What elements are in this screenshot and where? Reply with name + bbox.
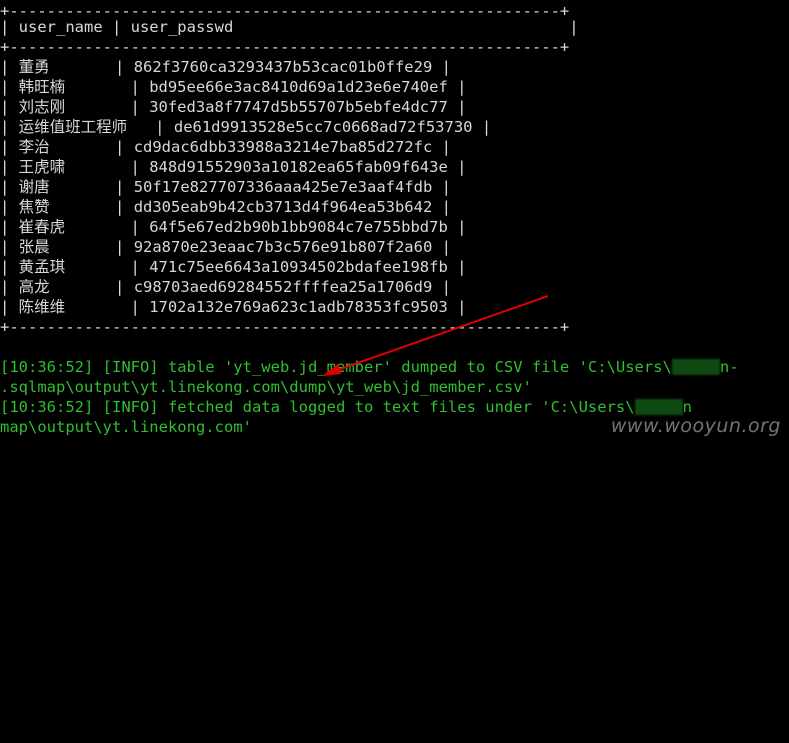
user-passwd-cell: 92a870e23eaac7b3c576e91b807f2a60 [133, 238, 433, 256]
user-passwd-cell: cd9dac6dbb33988a3214e7ba85d272fc [133, 138, 433, 156]
user-name-cell: 张晨 [18, 238, 50, 256]
user-passwd-cell: 50f17e827707336aaa425e7e3aaf4fdb [133, 178, 433, 196]
table-row: | 高龙 | c98703aed69284552ffffea25a1706d9 … [0, 278, 451, 296]
log-text: [10:36:52] [INFO] fetched data logged to… [0, 398, 635, 416]
watermark: www.wooyun.org [610, 414, 781, 437]
redacted-username [634, 399, 683, 415]
table-row: | 韩旺楠 | bd95ee66e3ac8410d69a1d23e6e740ef… [0, 78, 467, 96]
user-name-cell: 陈维维 [18, 298, 66, 316]
user-name-cell: 高龙 [18, 278, 50, 296]
redacted-username [671, 359, 720, 375]
user-name-cell: 李治 [18, 138, 50, 156]
log-text-tail: n- [719, 358, 739, 376]
table-row: | 王虎啸 | 848d91552903a10182ea65fab09f643e… [0, 158, 467, 176]
user-passwd-cell: 64f5e67ed2b90b1bb9084c7e755bbd7b [149, 218, 448, 236]
table-row: | 崔春虎 | 64f5e67ed2b90b1bb9084c7e755bbd7b… [0, 218, 467, 236]
terminal-window: +---------------------------------------… [0, 0, 789, 446]
table-row: | 谢唐 | 50f17e827707336aaa425e7e3aaf4fdb … [0, 178, 451, 196]
table-row: | 陈维维 | 1702a132e769a623c1adb78353fc9503… [0, 298, 467, 316]
user-name-cell: 韩旺楠 [18, 78, 66, 96]
user-passwd-cell: 30fed3a8f7747d5b55707b5ebfe4dc77 [149, 98, 448, 116]
log-line-dumped: [10:36:52] [INFO] table 'yt_web.jd_membe… [0, 357, 739, 377]
log-text-tail: n [682, 398, 692, 416]
user-passwd-cell: bd95ee66e3ac8410d69a1d23e6e740ef [149, 78, 448, 96]
table-row: | 张晨 | 92a870e23eaac7b3c576e91b807f2a60 … [0, 238, 451, 256]
user-name-cell: 王虎啸 [18, 158, 66, 176]
user-passwd-cell: c98703aed69284552ffffea25a1706d9 [133, 278, 433, 296]
user-passwd-cell: 471c75ee6643a10934502bdafee198fb [149, 258, 448, 276]
table-row: | 董勇 | 862f3760ca3293437b53cac01b0ffe29 … [0, 58, 451, 76]
user-name-cell: 黄孟琪 [18, 258, 66, 276]
user-name-cell: 焦赞 [18, 198, 50, 216]
table-row: | 刘志刚 | 30fed3a8f7747d5b55707b5ebfe4dc77… [0, 98, 467, 116]
table-row: | 焦赞 | dd305eab9b42cb3713d4f964ea53b642 … [0, 198, 451, 216]
table-header: | user_name | user_passwd | [0, 18, 579, 36]
log-line-csv-path: .sqlmap\output\yt.linekong.com\dump\yt_w… [0, 378, 532, 396]
table-row: | 李治 | cd9dac6dbb33988a3214e7ba85d272fc … [0, 138, 451, 156]
table-border-bottom: +---------------------------------------… [0, 318, 570, 336]
user-name-cell: 刘志刚 [18, 98, 66, 116]
log-line-fetched: [10:36:52] [INFO] fetched data logged to… [0, 397, 692, 417]
user-passwd-cell: dd305eab9b42cb3713d4f964ea53b642 [133, 198, 433, 216]
user-name-cell: 谢唐 [18, 178, 50, 196]
user-passwd-cell: 1702a132e769a623c1adb78353fc9503 [149, 298, 448, 316]
user-name-cell: 运维值班工程师 [18, 118, 128, 136]
user-passwd-cell: 862f3760ca3293437b53cac01b0ffe29 [133, 58, 433, 76]
user-passwd-cell: 848d91552903a10182ea65fab09f643e [149, 158, 448, 176]
table-border-mid: +---------------------------------------… [0, 38, 570, 56]
log-text: [10:36:52] [INFO] table 'yt_web.jd_membe… [0, 358, 672, 376]
log-line-output-dir: map\output\yt.linekong.com' [0, 418, 252, 436]
user-passwd-cell: de61d9913528e5cc7c0668ad72f53730 [173, 118, 473, 136]
user-name-cell: 崔春虎 [18, 218, 66, 236]
user-name-cell: 董勇 [18, 58, 50, 76]
table-row: | 黄孟琪 | 471c75ee6643a10934502bdafee198fb… [0, 258, 467, 276]
table-row: | 运维值班工程师 | de61d9913528e5cc7c0668ad72f5… [0, 118, 492, 136]
